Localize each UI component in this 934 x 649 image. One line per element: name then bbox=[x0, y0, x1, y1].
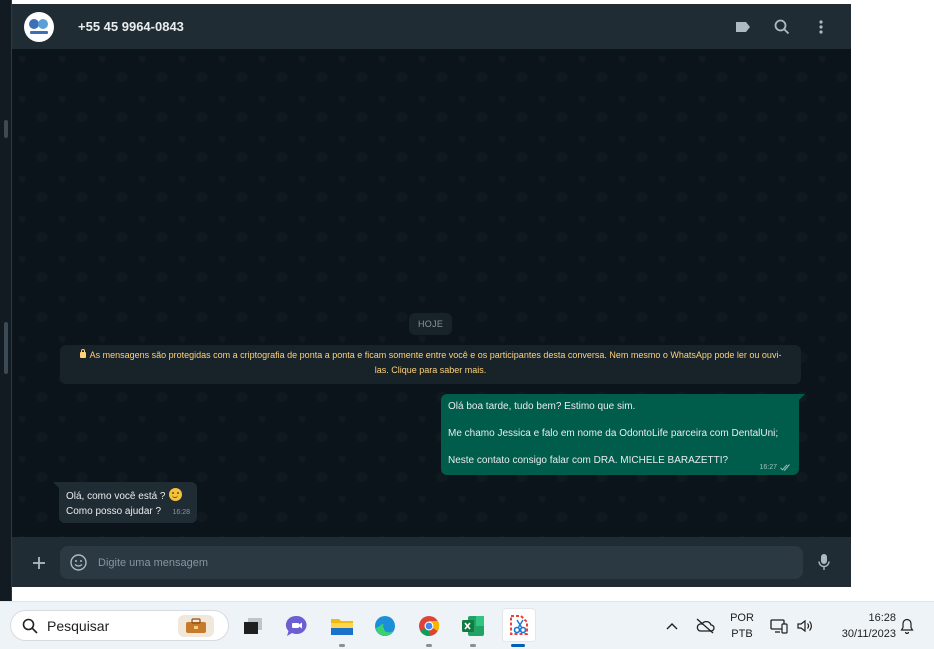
encryption-notice[interactable]: As mensagens são protegidas com a cripto… bbox=[60, 345, 801, 384]
message-time: 16:27 bbox=[759, 464, 777, 471]
emoji-icon[interactable] bbox=[69, 553, 88, 572]
running-indicator bbox=[470, 644, 476, 647]
message-box[interactable] bbox=[60, 546, 803, 579]
message-meta: 16:27 bbox=[759, 464, 791, 471]
excel-icon[interactable] bbox=[458, 611, 488, 647]
snipping-tool-icon[interactable] bbox=[502, 608, 536, 647]
onedrive-offline-icon[interactable] bbox=[692, 602, 718, 649]
label-icon[interactable] bbox=[733, 17, 753, 37]
smiling-face-icon bbox=[168, 488, 182, 501]
message-line: Como posso ajudar ? bbox=[66, 506, 162, 517]
desktop-area bbox=[851, 0, 934, 601]
contact-name[interactable]: +55 45 9964-0843 bbox=[78, 19, 184, 34]
search-icon bbox=[21, 617, 39, 635]
windows-taskbar: Pesquisar POR PTB 16:28 30/11/2023 bbox=[0, 601, 934, 649]
whatsapp-window: +55 45 9964-0843 HOJE As mensagens são p… bbox=[12, 4, 851, 587]
taskbar-search-placeholder: Pesquisar bbox=[47, 617, 110, 634]
message-line: Neste contato consigo falar com DRA. MIC… bbox=[448, 455, 729, 466]
scroll-mark bbox=[4, 120, 8, 138]
volume-icon[interactable] bbox=[794, 602, 816, 649]
encryption-notice-text: As mensagens são protegidas com a cripto… bbox=[89, 350, 782, 375]
notification-bell-icon[interactable] bbox=[898, 602, 916, 649]
menu-icon[interactable] bbox=[811, 17, 831, 37]
briefcase-icon bbox=[178, 615, 214, 637]
avatar-logo-icon bbox=[29, 18, 48, 34]
message-line: Olá, como você está ? bbox=[66, 491, 166, 502]
language-code: POR bbox=[730, 612, 754, 624]
file-explorer-icon[interactable] bbox=[327, 611, 357, 647]
lock-icon bbox=[79, 349, 86, 358]
task-view-icon[interactable] bbox=[238, 611, 268, 641]
avatar[interactable] bbox=[24, 11, 54, 42]
network-icon[interactable] bbox=[768, 602, 790, 649]
outgoing-message[interactable]: Olá boa tarde, tudo bem? Estimo que sim.… bbox=[441, 394, 805, 475]
chat-app-icon[interactable] bbox=[282, 611, 312, 641]
running-indicator bbox=[339, 644, 345, 647]
clock-date: 30/11/2023 bbox=[841, 628, 896, 640]
composer bbox=[12, 537, 851, 587]
running-indicator bbox=[511, 644, 525, 647]
scroll-mark bbox=[4, 322, 8, 374]
chat-header: +55 45 9964-0843 bbox=[12, 4, 851, 49]
search-icon[interactable] bbox=[772, 17, 792, 37]
attach-plus-icon[interactable] bbox=[28, 552, 50, 574]
chrome-browser-icon[interactable] bbox=[414, 611, 444, 647]
message-line: Olá boa tarde, tudo bem? Estimo que sim. bbox=[448, 401, 636, 412]
incoming-message[interactable]: Olá, como você está ? Como posso ajudar … bbox=[53, 482, 197, 523]
running-indicator bbox=[426, 644, 432, 647]
microphone-icon[interactable] bbox=[814, 551, 834, 573]
message-line: Me chamo Jessica e falo em nome da Odont… bbox=[448, 428, 779, 439]
message-input[interactable] bbox=[98, 546, 788, 579]
message-time: 16:28 bbox=[172, 509, 190, 516]
language-indicator[interactable]: POR PTB bbox=[726, 602, 758, 649]
chat-list-edge bbox=[0, 0, 12, 601]
clock-time: 16:28 bbox=[868, 612, 896, 624]
taskbar-search[interactable]: Pesquisar bbox=[10, 610, 229, 641]
message-list[interactable]: HOJE As mensagens são protegidas com a c… bbox=[12, 49, 851, 537]
double-check-icon bbox=[780, 464, 790, 471]
date-chip: HOJE bbox=[409, 313, 453, 335]
edge-browser-icon[interactable] bbox=[370, 611, 400, 641]
keyboard-layout: PTB bbox=[731, 628, 753, 640]
system-clock[interactable]: 16:28 30/11/2023 bbox=[822, 610, 896, 642]
chevron-up-icon[interactable] bbox=[662, 602, 682, 649]
